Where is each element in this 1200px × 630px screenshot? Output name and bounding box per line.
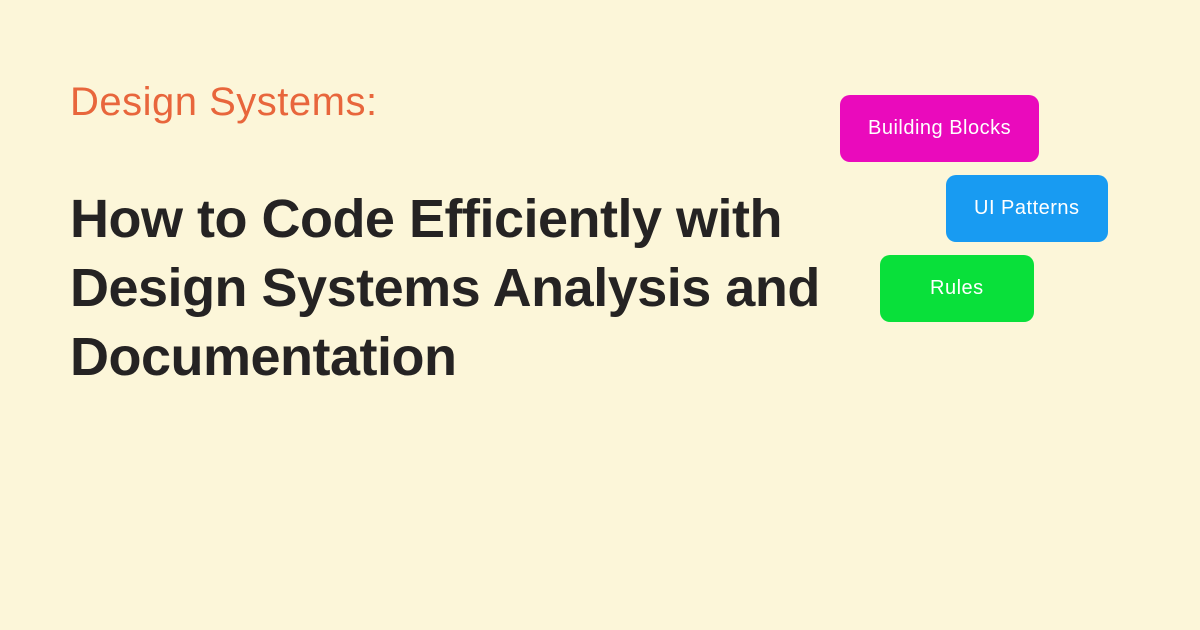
card-stack: Building Blocks UI Patterns Rules <box>840 95 1130 335</box>
card-rules: Rules <box>880 255 1034 322</box>
card-building-blocks: Building Blocks <box>840 95 1039 162</box>
card-ui-patterns: UI Patterns <box>946 175 1108 242</box>
page-title: How to Code Efficiently with Design Syst… <box>70 185 910 392</box>
